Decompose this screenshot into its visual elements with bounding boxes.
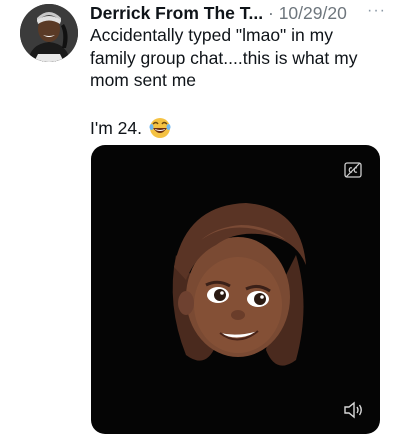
closed-captions-icon[interactable] (344, 162, 362, 178)
avatar-photo-icon (20, 4, 78, 62)
memoji-avatar (172, 203, 306, 366)
tweet-video[interactable] (91, 145, 380, 434)
tweet-date[interactable]: 10/29/20 (279, 3, 347, 23)
separator: · (267, 3, 274, 23)
tweet-text-line-2: I'm 24. (90, 116, 380, 140)
tweet-header: Derrick From The T... · 10/29/20 (90, 2, 395, 24)
tweet-text-2: I'm 24. (90, 118, 142, 138)
more-options-icon[interactable]: ··· (367, 2, 386, 20)
author-avatar[interactable] (20, 4, 78, 62)
author-name[interactable]: Derrick From The T... (90, 3, 263, 23)
laughing-tears-emoji-icon (149, 118, 171, 138)
speaker-icon[interactable] (342, 400, 364, 420)
tweet-text: Accidentally typed "lmao" in my family g… (90, 25, 358, 90)
